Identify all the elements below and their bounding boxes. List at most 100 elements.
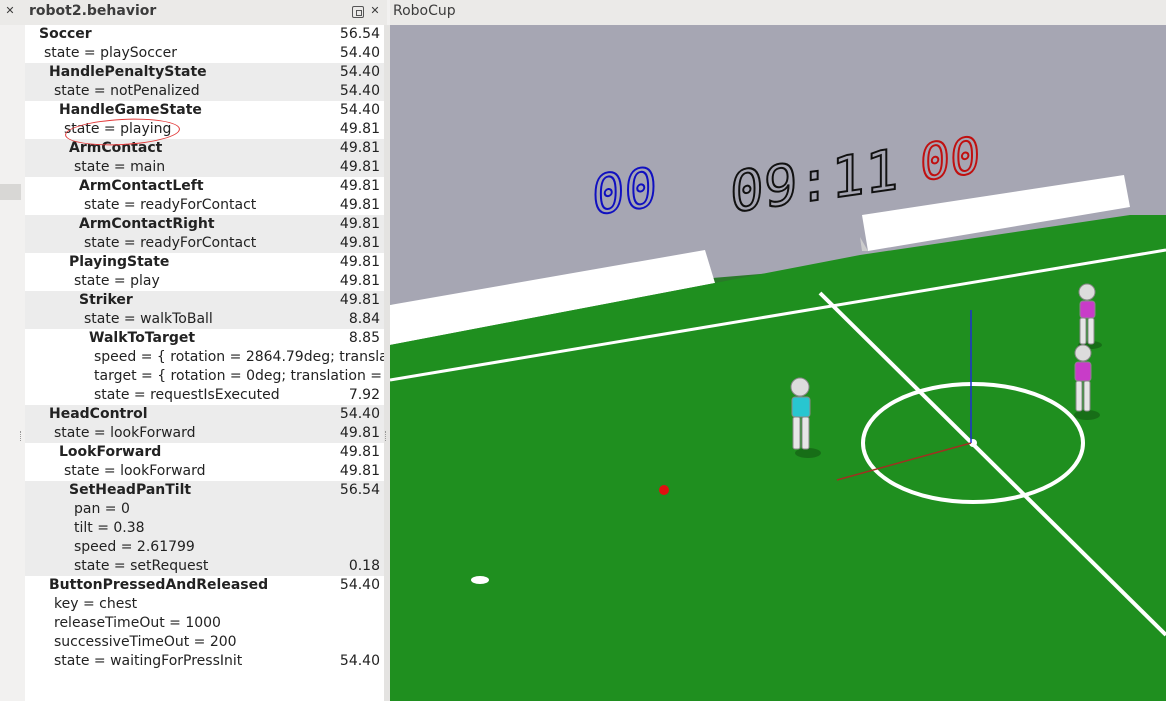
tree-attribute-label: state = waitingForPressInit — [54, 653, 243, 669]
tree-attribute-label: state = readyForContact — [84, 235, 257, 251]
robot-leg — [1087, 317, 1095, 345]
robot-leg — [801, 416, 810, 450]
tree-attribute-label: state = play — [74, 273, 160, 289]
tree-row[interactable]: speed = { rotation = 2864.79deg; transla… — [25, 348, 384, 367]
tree-row[interactable]: key = chest — [25, 595, 384, 614]
tree-row[interactable]: state = playSoccer 54.40 — [25, 44, 384, 63]
tree-row[interactable]: Soccer 56.54 — [25, 25, 384, 44]
score-red-text: 00 — [920, 125, 980, 192]
tree-node-label: ArmContactLeft — [79, 178, 204, 194]
tree-node-label: WalkToTarget — [89, 330, 196, 346]
robot-jersey — [1079, 300, 1096, 319]
tree-node-label: PlayingState — [69, 254, 170, 270]
tree-row[interactable]: PlayingState 49.81 — [25, 253, 384, 272]
tree-row[interactable]: Striker 49.81 — [25, 291, 384, 310]
tree-attribute-label: tilt = 0.38 — [74, 520, 145, 536]
tree-row[interactable]: HandleGameState 54.40 — [25, 101, 384, 120]
tree-attribute-label: speed = { rotation = 2864.79deg; transla… — [94, 349, 384, 365]
tree-row-value: 49.81 — [335, 216, 380, 232]
tree-row-value: 54.40 — [339, 102, 380, 118]
tree-row-value: 8.85 — [348, 330, 380, 346]
tree-row[interactable]: SetHeadPanTilt 56.54 — [25, 481, 384, 500]
tree-row-value: 0.18 — [344, 558, 380, 574]
robot-head — [1074, 344, 1092, 362]
robot-jersey — [1074, 361, 1092, 382]
tree-row[interactable]: successiveTimeOut = 200 — [25, 633, 384, 652]
undock-icon[interactable] — [352, 6, 364, 18]
tree-row[interactable]: state = notPenalized 54.40 — [25, 82, 384, 101]
tree-attribute-label: releaseTimeOut = 1000 — [54, 615, 221, 631]
tree-attribute-label: key = chest — [54, 596, 138, 612]
score-blue: 00 — [591, 155, 658, 229]
tree-row[interactable]: pan = 0 — [25, 500, 384, 519]
robocup-3d-view[interactable]: 00 09:11 00 — [390, 25, 1166, 701]
tree-node-label: HandleGameState — [59, 102, 202, 118]
tree-row[interactable]: state = walkToBall 8.84 — [25, 310, 384, 329]
panel-title: robot2.behavior — [29, 3, 157, 19]
tree-row[interactable]: HandlePenaltyState 54.40 — [25, 63, 384, 82]
tree-row-value: 49.81 — [339, 463, 380, 479]
tree-row[interactable]: state = waitingForPressInit 54.40 — [25, 652, 384, 671]
tree-row[interactable]: state = main 49.81 — [25, 158, 384, 177]
tree-row[interactable]: WalkToTarget 8.85 — [25, 329, 384, 348]
score-blue-text: 00 — [592, 156, 657, 228]
tree-row[interactable]: state = play 49.81 — [25, 272, 384, 291]
ball[interactable] — [659, 485, 669, 495]
robot-leg — [1083, 380, 1091, 412]
tree-attribute-label: state = walkToBall — [84, 311, 213, 327]
tree-node-label: LookForward — [59, 444, 162, 460]
tree-node-label: ButtonPressedAndReleased — [49, 577, 269, 593]
tree-attribute-label: state = lookForward — [64, 463, 206, 479]
tree-row-value: 49.81 — [335, 159, 380, 175]
behavior-panel: ✕ robot2.behavior ✕ Soccer 56.54 state = p… — [0, 0, 387, 701]
tree-row-value: 49.81 — [335, 235, 380, 251]
tree-row-value: 49.81 — [339, 178, 380, 194]
tree-node-label: Striker — [79, 292, 133, 308]
tree-row-value: 54.40 — [339, 45, 380, 61]
tree-row-value: 49.81 — [335, 140, 380, 156]
tree-row[interactable]: releaseTimeOut = 1000 — [25, 614, 384, 633]
tree-row[interactable]: LookForward 49.81 — [25, 443, 384, 462]
tree-row-value: 56.54 — [335, 482, 380, 498]
tree-row-value: 54.40 — [339, 577, 380, 593]
tree-attribute-label: pan = 0 — [74, 501, 130, 517]
tree-row[interactable]: state = lookForward 49.81 — [25, 462, 384, 481]
tree-row[interactable]: target = { rotation = 0deg; translation … — [25, 367, 384, 386]
tree-row-value: 49.81 — [339, 444, 380, 460]
tree-attribute-label: state = requestIsExecuted — [94, 387, 280, 403]
tree-row[interactable]: tilt = 0.38 — [25, 519, 384, 538]
tree-row-value: 8.84 — [344, 311, 380, 327]
tree-row-value: 49.81 — [335, 292, 380, 308]
tree-row[interactable]: ArmContactRight 49.81 — [25, 215, 384, 234]
panel-header: ✕ robot2.behavior ✕ — [0, 0, 387, 25]
tree-row-value: 54.40 — [339, 653, 380, 669]
side-strip-marker — [0, 184, 21, 200]
tree-row-value: 49.81 — [339, 254, 380, 270]
robot-jersey — [791, 396, 811, 418]
tree-row[interactable]: state = readyForContact 49.81 — [25, 234, 384, 253]
tree-row-value: 54.40 — [335, 83, 380, 99]
tree-node-label: SetHeadPanTilt — [69, 482, 192, 498]
side-strip — [0, 25, 24, 701]
tree-row[interactable]: HeadControl 54.40 — [25, 405, 384, 424]
tree-row[interactable]: state = readyForContact 49.81 — [25, 196, 384, 215]
tree-row[interactable]: state = lookForward 49.81 — [25, 424, 384, 443]
tree-row-value: 56.54 — [339, 26, 380, 42]
tree-attribute-label: state = notPenalized — [54, 83, 200, 99]
tree-attribute-label: state = setRequest — [74, 558, 209, 574]
close-icon[interactable]: ✕ — [369, 5, 381, 17]
tree-row[interactable]: ArmContactLeft 49.81 — [25, 177, 384, 196]
tree-row[interactable]: state = requestIsExecuted 7.92 — [25, 386, 384, 405]
tree-attribute-label: state = readyForContact — [84, 197, 257, 213]
close-icon[interactable]: ✕ — [4, 5, 16, 17]
tree-node-label: HandlePenaltyState — [49, 64, 207, 80]
tree-row-value: 49.81 — [335, 425, 380, 441]
robot-leg — [792, 416, 801, 450]
tree-row[interactable]: speed = 2.61799 — [25, 538, 384, 557]
tree-row[interactable]: ButtonPressedAndReleased 54.40 — [25, 576, 384, 595]
robot-head — [790, 377, 810, 397]
tree-attribute-label: state = lookForward — [54, 425, 196, 441]
tree-row[interactable]: state = setRequest 0.18 — [25, 557, 384, 576]
score-red: 00 — [919, 124, 981, 193]
robot-shadow — [795, 448, 821, 458]
